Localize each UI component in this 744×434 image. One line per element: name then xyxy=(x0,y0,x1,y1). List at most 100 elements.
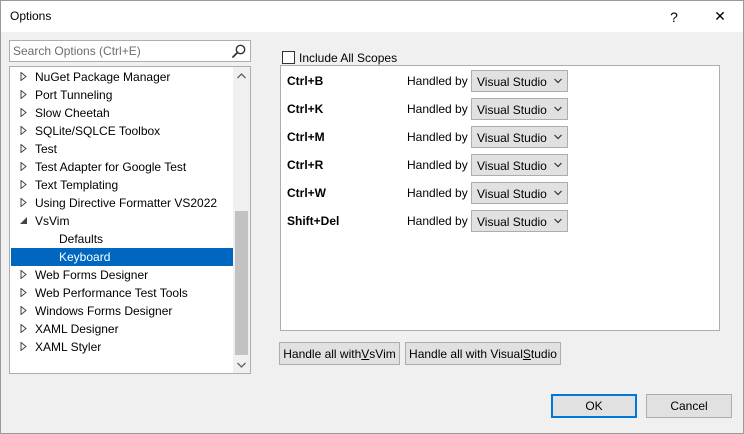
help-icon: ? xyxy=(670,8,678,25)
expand-arrow-icon[interactable] xyxy=(19,306,28,315)
key-name: Ctrl+M xyxy=(287,130,325,144)
options-dialog: Options ? ✕ NuGet Package Manager Port Tu… xyxy=(0,0,744,434)
chevron-down-icon xyxy=(554,218,562,224)
search-icon[interactable] xyxy=(231,43,247,59)
tree-item[interactable]: NuGet Package Manager xyxy=(11,68,233,86)
tree-item[interactable]: Windows Forms Designer xyxy=(11,302,233,320)
collapse-arrow-icon[interactable] xyxy=(19,216,28,225)
help-button[interactable]: ? xyxy=(651,1,697,32)
include-all-scopes-label[interactable]: Include All Scopes xyxy=(299,51,397,65)
tree-item[interactable]: XAML Styler xyxy=(11,338,233,356)
handled-by-label: Handled by xyxy=(407,102,468,116)
close-button[interactable]: ✕ xyxy=(697,1,743,32)
key-bindings-panel: Ctrl+B Handled by Visual Studio Ctrl+K Handl… xyxy=(280,65,720,331)
title-bar: Options ? ✕ xyxy=(1,1,743,32)
tree-scrollbar[interactable] xyxy=(233,67,250,373)
tree-item[interactable]: SQLite/SQLCE Toolbox xyxy=(11,122,233,140)
expand-arrow-icon[interactable] xyxy=(19,108,28,117)
tree-item[interactable]: Defaults xyxy=(11,230,233,248)
tree-item-label: Port Tunneling xyxy=(35,88,113,102)
handler-value: Visual Studio xyxy=(477,187,547,201)
chevron-down-icon xyxy=(237,362,246,368)
key-name: Ctrl+K xyxy=(287,102,324,116)
expand-arrow-icon[interactable] xyxy=(19,126,28,135)
scroll-thumb[interactable] xyxy=(235,211,248,355)
key-binding-row: Ctrl+K Handled by Visual Studio xyxy=(281,98,719,120)
expand-arrow-icon[interactable] xyxy=(19,144,28,153)
key-binding-row: Ctrl+R Handled by Visual Studio xyxy=(281,154,719,176)
include-all-scopes-checkbox[interactable] xyxy=(282,51,295,64)
ok-button[interactable]: OK xyxy=(551,394,637,418)
tree-item[interactable]: Web Forms Designer xyxy=(11,266,233,284)
key-name: Ctrl+R xyxy=(287,158,324,172)
handler-value: Visual Studio xyxy=(477,215,547,229)
key-name: Ctrl+W xyxy=(287,186,326,200)
handler-dropdown[interactable]: Visual Studio xyxy=(471,210,568,232)
options-tree[interactable]: NuGet Package Manager Port Tunneling Slow … xyxy=(9,66,251,374)
tree-item[interactable]: Test Adapter for Google Test xyxy=(11,158,233,176)
tree-item-label: Keyboard xyxy=(59,250,111,264)
handler-dropdown[interactable]: Visual Studio xyxy=(471,182,568,204)
chevron-down-icon xyxy=(554,190,562,196)
tree-item[interactable]: Using Directive Formatter VS2022 xyxy=(11,194,233,212)
handler-value: Visual Studio xyxy=(477,103,547,117)
handler-dropdown[interactable]: Visual Studio xyxy=(471,154,568,176)
handler-value: Visual Studio xyxy=(477,75,547,89)
chevron-down-icon xyxy=(554,162,562,168)
key-binding-row: Ctrl+W Handled by Visual Studio xyxy=(281,182,719,204)
access-key: S xyxy=(522,346,531,361)
tree-item-label: Windows Forms Designer xyxy=(35,304,173,318)
expand-arrow-icon[interactable] xyxy=(19,162,28,171)
tree-item[interactable]: Port Tunneling xyxy=(11,86,233,104)
tree-item-label: Text Templating xyxy=(35,178,119,192)
scroll-up-button[interactable] xyxy=(233,67,250,84)
button-label-prefix: Handle all with Visual xyxy=(409,346,523,361)
cancel-button[interactable]: Cancel xyxy=(646,394,732,418)
tree-item-label: Defaults xyxy=(59,232,104,246)
tree-item[interactable]: Text Templating xyxy=(11,176,233,194)
expand-arrow-icon[interactable] xyxy=(19,180,28,189)
tree-item-label: Web Forms Designer xyxy=(35,268,149,282)
tree-item-label: XAML Styler xyxy=(35,340,102,354)
tree-item[interactable]: VsVim xyxy=(11,212,233,230)
chevron-down-icon xyxy=(554,134,562,140)
key-name: Shift+Del xyxy=(287,214,340,228)
tree-item[interactable]: XAML Designer xyxy=(11,320,233,338)
tree-item-label: Web Performance Test Tools xyxy=(35,286,188,300)
handle-all-visual-studio-button[interactable]: Handle all with Visual Studio xyxy=(405,342,561,365)
tree-item-label: VsVim xyxy=(35,214,70,228)
handled-by-label: Handled by xyxy=(407,214,468,228)
chevron-up-icon xyxy=(237,72,246,78)
expand-arrow-icon[interactable] xyxy=(19,270,28,279)
expand-arrow-icon[interactable] xyxy=(19,288,28,297)
handler-dropdown[interactable]: Visual Studio xyxy=(471,98,568,120)
handle-all-vsvim-button[interactable]: Handle all with VsVim xyxy=(279,342,400,365)
handled-by-label: Handled by xyxy=(407,186,468,200)
expand-arrow-icon[interactable] xyxy=(19,324,28,333)
tree-item[interactable]: Web Performance Test Tools xyxy=(11,284,233,302)
access-key: V xyxy=(361,346,370,361)
expand-arrow-icon[interactable] xyxy=(19,342,28,351)
expand-arrow-icon[interactable] xyxy=(19,72,28,81)
tree-item-label: NuGet Package Manager xyxy=(35,70,171,84)
search-box[interactable] xyxy=(9,40,251,62)
expand-arrow-icon[interactable] xyxy=(19,90,28,99)
tree-item-label: SQLite/SQLCE Toolbox xyxy=(35,124,161,138)
chevron-down-icon xyxy=(554,106,562,112)
window-title: Options xyxy=(10,9,52,23)
handler-dropdown[interactable]: Visual Studio xyxy=(471,126,568,148)
tree-item-label: Test xyxy=(35,142,58,156)
handled-by-label: Handled by xyxy=(407,74,468,88)
key-name: Ctrl+B xyxy=(287,74,324,88)
button-label-suffix: sVim xyxy=(369,346,396,361)
chevron-down-icon xyxy=(554,78,562,84)
handler-dropdown[interactable]: Visual Studio xyxy=(471,70,568,92)
tree-item-label: Test Adapter for Google Test xyxy=(35,160,187,174)
expand-arrow-icon[interactable] xyxy=(19,198,28,207)
search-input[interactable] xyxy=(13,43,228,59)
tree-item[interactable]: Test xyxy=(11,140,233,158)
tree-item[interactable]: Keyboard xyxy=(11,248,233,266)
handler-value: Visual Studio xyxy=(477,131,547,145)
tree-item[interactable]: Slow Cheetah xyxy=(11,104,233,122)
scroll-down-button[interactable] xyxy=(233,356,250,373)
